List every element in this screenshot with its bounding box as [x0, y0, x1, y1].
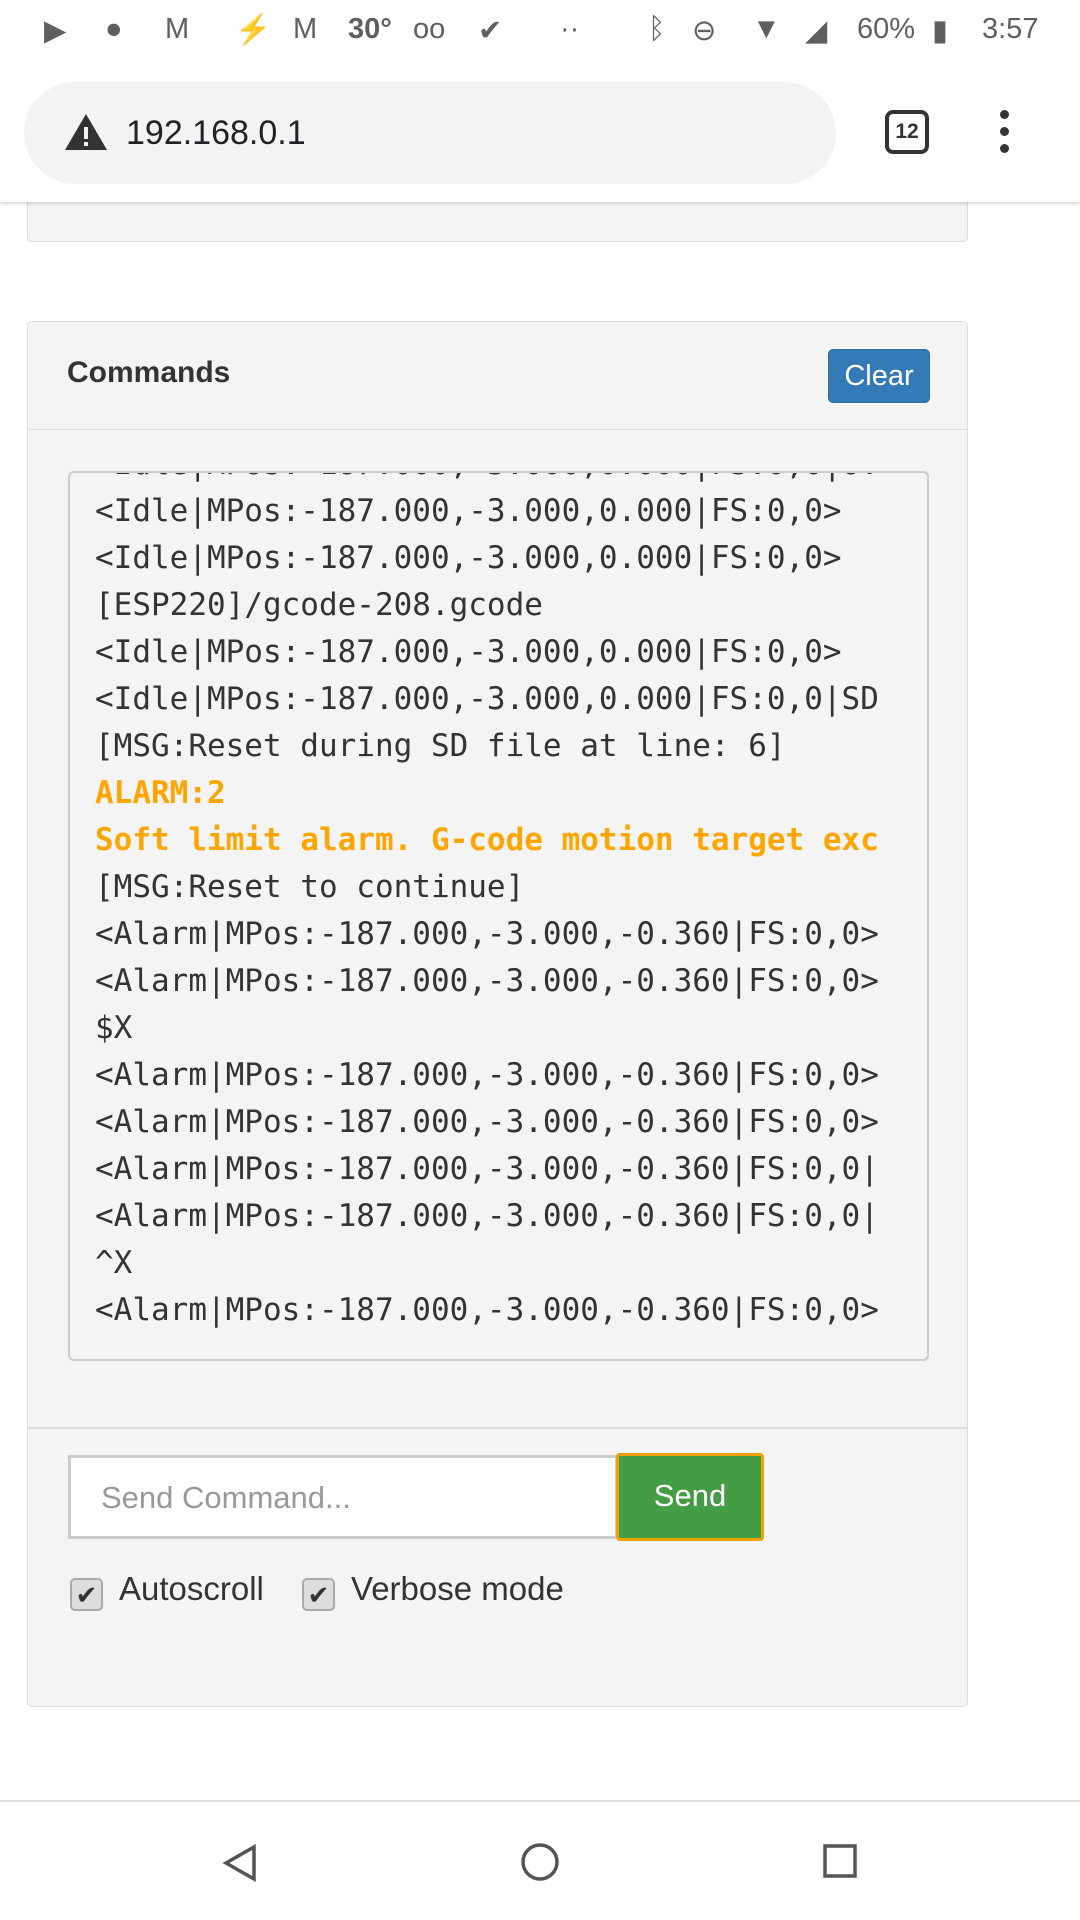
signal-icon: ◢ [805, 15, 828, 47]
clear-button[interactable]: Clear [828, 349, 930, 403]
bluetooth-icon: ᛒ [648, 13, 666, 45]
wifi-icon: ▼ [752, 13, 781, 45]
console-line: <Alarm|MPos:-187.000,-3.000,-0.360|FS:0,… [95, 1104, 879, 1140]
home-icon[interactable] [520, 1842, 560, 1882]
console-line: ^X [95, 1245, 133, 1281]
battery-percent: 60% [857, 13, 916, 45]
console-line: <Idle|MPos:-187.000,-3.000,0.000|FS:0,0|… [95, 473, 927, 488]
console-line: [ESP220]/gcode-208.gcode [95, 587, 543, 623]
console-line: <Idle|MPos:-187.000,-3.000,0.000|FS:0,0> [95, 493, 842, 529]
dnd-icon: ⊖ [692, 15, 717, 47]
send-button[interactable]: Send [616, 1453, 764, 1541]
youtube-icon: ▶ [44, 15, 67, 47]
temperature: 30° [348, 13, 392, 45]
panel-header: Commands Clear [28, 322, 967, 430]
command-input[interactable]: Send Command... [68, 1455, 618, 1539]
console-line: <Idle|MPos:-187.000,-3.000,0.000|FS:0,0|… [95, 681, 879, 717]
console-line: <Alarm|MPos:-187.000,-3.000,-0.360|FS:0,… [95, 1057, 879, 1093]
tab-switcher-button[interactable]: 12 [885, 110, 929, 154]
reddit-icon: ● [105, 13, 123, 45]
verbose-label: Verbose mode [351, 1570, 564, 1607]
console-alarm-line: Soft limit alarm. G-code motion target e… [95, 822, 879, 858]
console-line: [MSG:Reset during SD file at line: 6] [95, 728, 786, 764]
gmail-icon: M [165, 13, 190, 45]
bolt-icon: ⚡ [235, 14, 272, 46]
malwarebytes-icon: M [293, 13, 318, 45]
console-line: <Alarm|MPos:-187.000,-3.000,-0.360|FS:0,… [95, 1292, 879, 1328]
status-bar: ▶ ● M ⚡ M 30° oo ✔ ·· ᛒ ⊖ ▼ ◢ 60% ▮ 3:57 [0, 0, 1080, 62]
console-line: <Alarm|MPos:-187.000,-3.000,-0.360|FS:0,… [95, 916, 879, 952]
address-bar[interactable]: 192.168.0.1 [24, 82, 836, 184]
panel-footer-divider [28, 1427, 967, 1429]
panel-title: Commands [67, 356, 231, 389]
console-line: <Alarm|MPos:-187.000,-3.000,-0.360|FS:0,… [95, 1151, 879, 1187]
verbose-checkbox[interactable]: ✔ [302, 1578, 335, 1611]
battery-icon: ▮ [932, 15, 948, 47]
console-output[interactable]: <Idle|MPos:-187.000,-3.000,0.000|FS:0,0|… [68, 471, 929, 1361]
back-icon[interactable] [222, 1844, 258, 1882]
menu-icon[interactable] [1000, 110, 1016, 161]
check-icon: ✔ [478, 15, 503, 47]
dots-icon: ·· [560, 13, 580, 45]
console-line: <Alarm|MPos:-187.000,-3.000,-0.360|FS:0,… [95, 1198, 879, 1234]
android-nav-bar [0, 1800, 1080, 1920]
recents-icon[interactable] [823, 1844, 857, 1878]
commands-panel: Commands Clear <Idle|MPos:-187.000,-3.00… [27, 321, 968, 1707]
autoscroll-label: Autoscroll [119, 1570, 264, 1607]
browser-toolbar: 192.168.0.1 12 [0, 62, 1080, 202]
console-line: $X [95, 1010, 133, 1046]
console-line: [MSG:Reset to continue] [95, 869, 525, 905]
autoscroll-checkbox[interactable]: ✔ [70, 1578, 103, 1611]
console-line: <Idle|MPos:-187.000,-3.000,0.000|FS:0,0> [95, 634, 842, 670]
console-line: <Alarm|MPos:-187.000,-3.000,-0.360|FS:0,… [95, 963, 879, 999]
url-text[interactable]: 192.168.0.1 [126, 114, 306, 153]
console-line: <Idle|MPos:-187.000,-3.000,0.000|FS:0,0> [95, 540, 842, 576]
console-alarm-line: ALARM:2 [95, 775, 226, 811]
warning-icon [65, 114, 107, 150]
voicemail-icon: oo [413, 13, 446, 45]
clock: 3:57 [982, 13, 1039, 45]
